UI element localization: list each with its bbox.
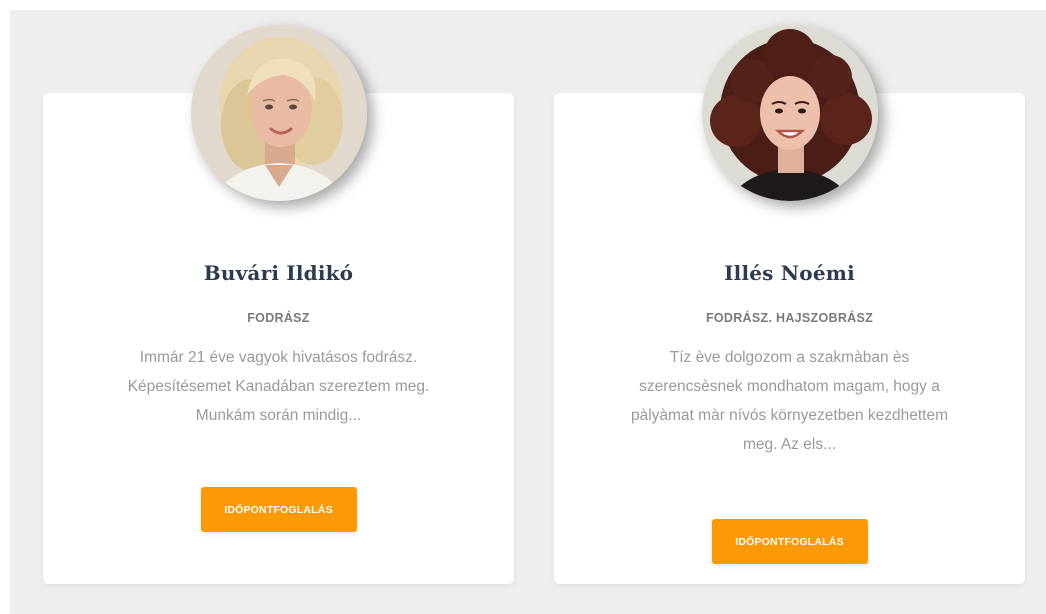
member-description: Tíz ève dolgozom a szakmàban ès szerencs… — [584, 343, 995, 459]
book-appointment-button[interactable]: IDŐPONTFOGLALÁS — [200, 487, 357, 532]
description-line: szerencsèsnek mondhatom magam, hogy a — [639, 378, 940, 395]
avatar-photo — [701, 25, 878, 201]
description-line: meg. Az els... — [742, 436, 837, 453]
team-card-illes-noemi: Illés Noémi FODRÁSZ. HAJSZOBRÁSZ Tíz ève… — [554, 25, 1025, 584]
member-name: Illés Noémi — [724, 261, 855, 285]
description-line: Immár 21 éve vagyok hivatásos fodrász. — [139, 349, 418, 366]
avatar-photo — [190, 25, 367, 201]
book-appointment-button[interactable]: IDŐPONTFOGLALÁS — [711, 519, 868, 564]
description-line: Tíz ève dolgozom a szakmàban ès — [669, 349, 910, 366]
description-line: Munkám során mindig... — [195, 407, 362, 424]
member-description: Immár 21 éve vagyok hivatásos fodrász. K… — [73, 343, 484, 430]
team-card-buvari-ildiko: Buvári Ildikó FODRÁSZ Immár 21 éve vagyo… — [43, 25, 514, 584]
member-name: Buvári Ildikó — [203, 261, 354, 285]
portrait-curly-redhead-woman-icon — [701, 25, 878, 201]
description-line: Képesítésemet Kanadában szereztem meg. — [127, 378, 430, 395]
team-section: Buvári Ildikó FODRÁSZ Immár 21 éve vagyo… — [10, 10, 1046, 614]
description-line: pàlyàmat màr nívós környezetben kezdhett… — [630, 407, 949, 424]
member-role: FODRÁSZ — [247, 311, 310, 325]
portrait-blonde-woman-icon — [190, 25, 367, 201]
member-role: FODRÁSZ. HAJSZOBRÁSZ — [705, 311, 874, 325]
